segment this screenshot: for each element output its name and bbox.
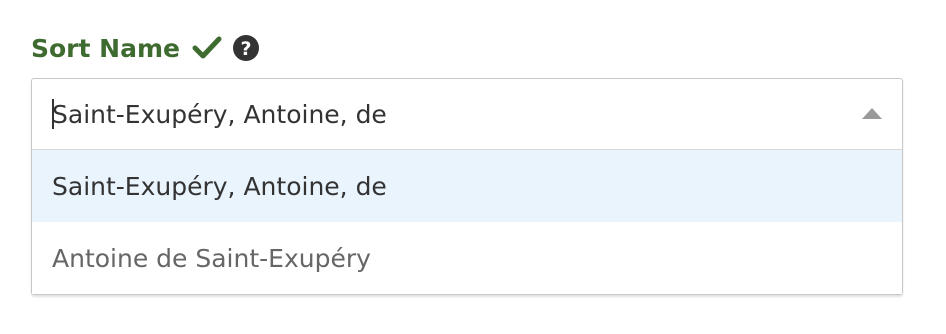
text-caret	[52, 99, 54, 129]
dropdown-option-2[interactable]: Antoine de Saint-Exupéry	[32, 222, 902, 294]
checkmark-icon	[192, 33, 222, 63]
svg-text:?: ?	[240, 38, 251, 60]
field-label-row: Sort Name ?	[31, 30, 903, 66]
field-label: Sort Name	[31, 33, 180, 63]
help-icon[interactable]: ?	[232, 34, 260, 62]
dropdown-option-1[interactable]: Saint-Exupéry, Antoine, de	[32, 150, 902, 222]
sort-name-combobox[interactable]: Saint-Exupéry, Antoine, de Saint-Exupéry…	[31, 78, 903, 295]
chevron-up-icon[interactable]	[862, 108, 882, 119]
sort-name-field: Sort Name ? Saint-Exupéry, Antoine, de S…	[31, 30, 903, 295]
combobox-value: Saint-Exupéry, Antoine, de	[52, 99, 387, 129]
combobox-input[interactable]: Saint-Exupéry, Antoine, de	[32, 79, 902, 150]
